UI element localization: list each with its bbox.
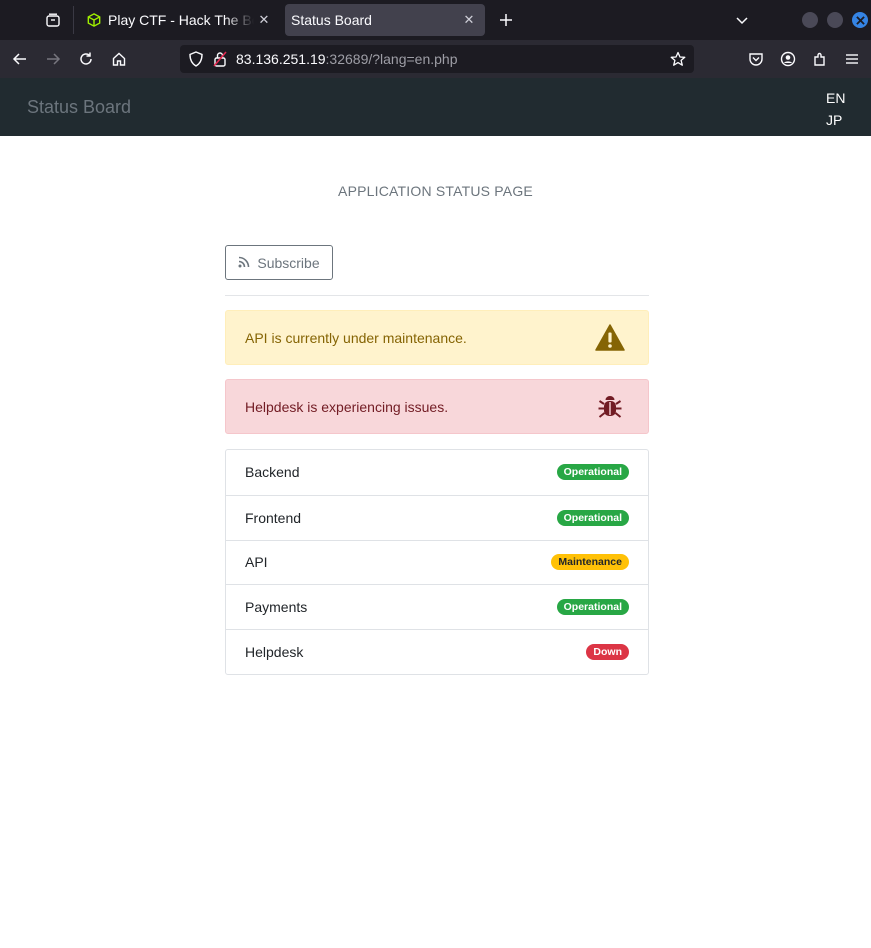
new-tab-icon[interactable] <box>494 8 518 32</box>
maximize-window-button[interactable] <box>827 12 843 28</box>
insecure-lock-icon[interactable] <box>210 49 230 69</box>
alert-text: Helpdesk is experiencing issues. <box>245 398 449 415</box>
close-tab-icon[interactable]: ✕ <box>459 10 479 30</box>
minimize-window-button[interactable] <box>802 12 818 28</box>
browser-tab-hackthebox[interactable]: Play CTF - Hack The Box CTF Platform ✕ <box>80 4 280 36</box>
chevron-down-icon[interactable] <box>730 8 754 32</box>
close-tab-icon[interactable]: ✕ <box>254 10 274 30</box>
account-icon[interactable] <box>776 47 800 71</box>
list-item: Backend Operational <box>226 450 648 495</box>
list-item: Payments Operational <box>226 584 648 629</box>
maintenance-alert: API is currently under maintenance. <box>225 310 649 365</box>
site-navbar: Status Board EN JP <box>0 78 871 136</box>
page-title: APPLICATION STATUS PAGE <box>338 183 533 199</box>
extensions-icon[interactable] <box>808 47 832 71</box>
browser-tab-status-board[interactable]: Status Board ✕ <box>285 4 485 36</box>
subscribe-button[interactable]: Subscribe <box>225 245 333 280</box>
pocket-icon[interactable] <box>744 47 768 71</box>
tab-separator <box>73 6 74 34</box>
home-icon[interactable] <box>107 47 131 71</box>
address-bar[interactable]: 83.136.251.19:32689/?lang=en.php <box>180 45 694 73</box>
language-link-jp[interactable]: JP <box>826 109 845 131</box>
status-badge: Maintenance <box>551 554 629 571</box>
status-badge: Operational <box>556 599 629 616</box>
list-item: Helpdesk Down <box>226 629 648 674</box>
warning-triangle-icon <box>594 322 626 354</box>
url-host: 83.136.251.19 <box>236 51 326 67</box>
url-text[interactable]: 83.136.251.19:32689/?lang=en.php <box>236 51 666 67</box>
list-item: Frontend Operational <box>226 494 648 540</box>
tab-title: Play CTF - Hack The Box CTF Platform <box>108 12 254 28</box>
issue-alert: Helpdesk is experiencing issues. <box>225 379 649 434</box>
hackthebox-icon <box>86 12 102 28</box>
tracking-protection-shield-icon[interactable] <box>186 49 206 69</box>
reload-icon[interactable] <box>74 47 98 71</box>
bookmark-star-icon[interactable] <box>666 47 690 71</box>
language-switcher: EN JP <box>826 87 845 131</box>
service-name: API <box>245 554 268 571</box>
service-name: Helpdesk <box>245 644 304 661</box>
close-window-button[interactable] <box>852 12 868 28</box>
tab-list-icon[interactable] <box>40 8 66 32</box>
service-name: Frontend <box>245 509 302 526</box>
subscribe-label: Subscribe <box>257 254 320 271</box>
brand-link[interactable]: Status Board <box>27 97 131 118</box>
bug-icon <box>594 391 626 423</box>
tab-title: Status Board <box>291 12 372 28</box>
service-status-list: Backend Operational Frontend Operational… <box>225 449 649 675</box>
language-link-en[interactable]: EN <box>826 87 845 109</box>
divider <box>225 295 649 296</box>
status-badge: Down <box>586 644 629 661</box>
alert-text: API is currently under maintenance. <box>245 329 467 346</box>
browser-tab-bar: Play CTF - Hack The Box CTF Platform ✕ S… <box>0 0 871 40</box>
rss-icon <box>238 255 250 271</box>
status-badge: Operational <box>556 464 629 481</box>
service-name: Backend <box>245 464 300 481</box>
status-badge: Operational <box>556 509 629 526</box>
hamburger-menu-icon[interactable] <box>840 47 864 71</box>
forward-arrow-icon[interactable] <box>41 47 65 71</box>
browser-toolbar: 83.136.251.19:32689/?lang=en.php <box>0 40 871 78</box>
service-name: Payments <box>245 599 308 616</box>
back-arrow-icon[interactable] <box>8 47 32 71</box>
url-path: :32689/?lang=en.php <box>325 51 458 67</box>
list-item: API Maintenance <box>226 539 648 585</box>
